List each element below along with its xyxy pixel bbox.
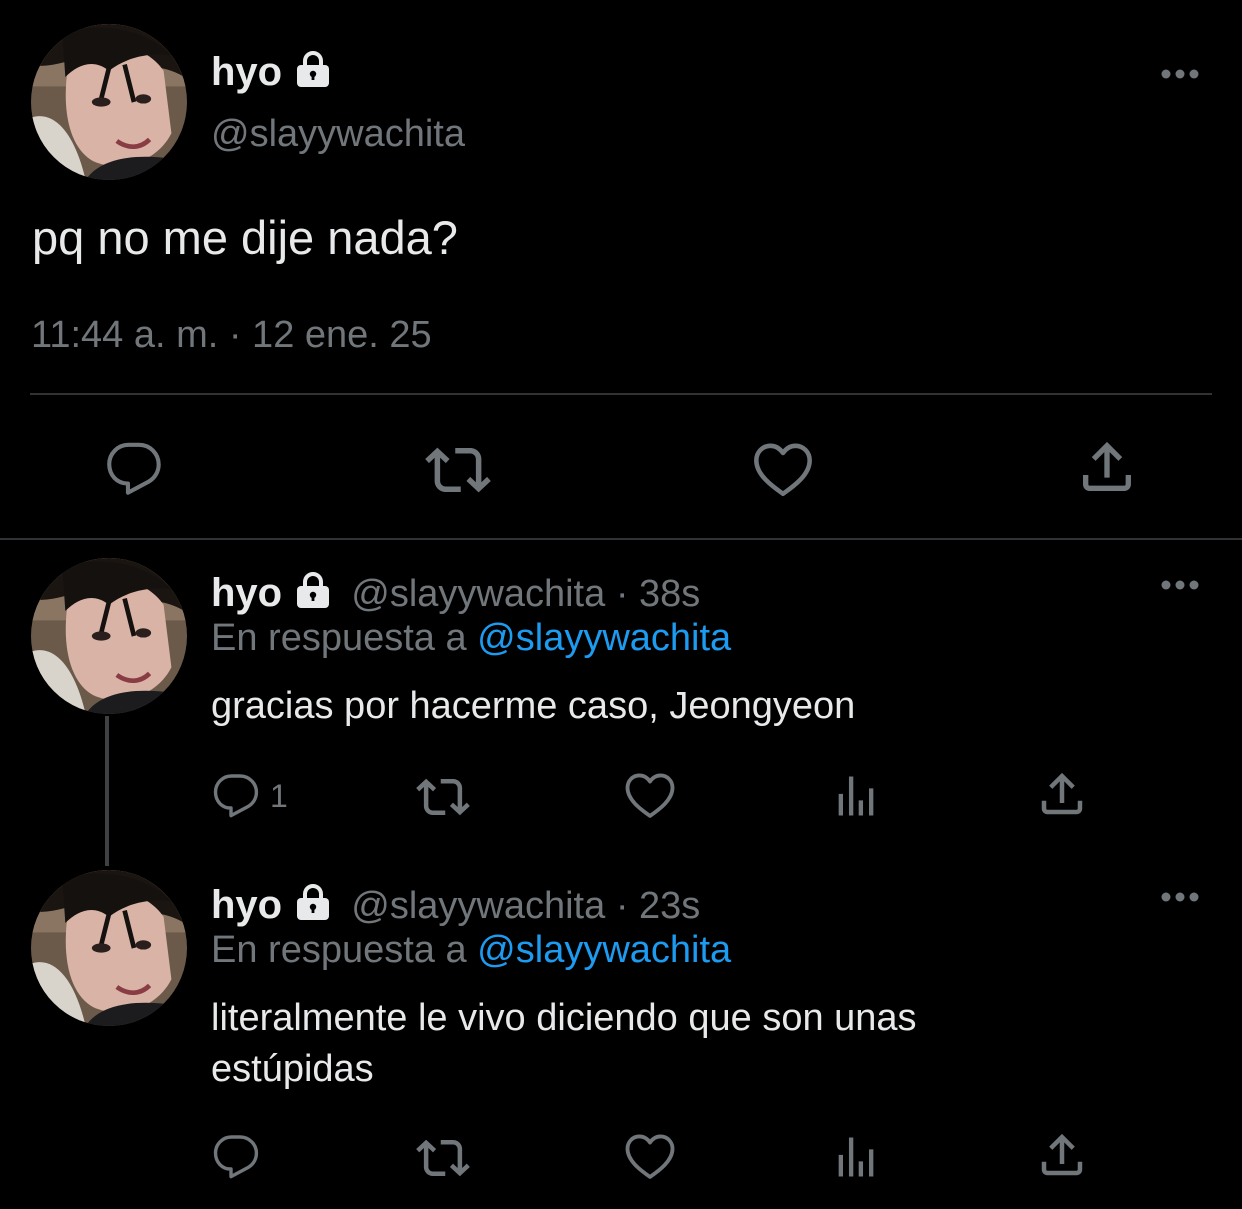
tweet-text-line: literalmente le vivo diciendo que son un… bbox=[211, 997, 917, 1039]
mention-link[interactable]: @slayywachita bbox=[477, 617, 731, 659]
views-button[interactable] bbox=[830, 1131, 882, 1183]
reply-count: 1 bbox=[270, 777, 288, 814]
tweet-time[interactable]: 38s bbox=[639, 573, 700, 615]
tweet-text: pq no me dije nada? bbox=[32, 211, 458, 264]
tweet-text-line: estúpidas bbox=[211, 1048, 374, 1090]
user-handle[interactable]: @slayywachita bbox=[351, 885, 605, 927]
separator: · bbox=[615, 573, 629, 615]
tweet-timestamp[interactable]: 11:44 a. m. · 12 ene. 25 bbox=[31, 314, 432, 357]
separator: · bbox=[615, 885, 629, 927]
share-icon bbox=[1035, 1128, 1089, 1182]
share-icon bbox=[1035, 767, 1089, 821]
mention-link[interactable]: @slayywachita bbox=[477, 929, 731, 971]
lock-icon bbox=[293, 49, 333, 89]
like-button[interactable] bbox=[751, 437, 815, 501]
divider bbox=[30, 393, 1212, 395]
tweet-header: hyo @slayywachita · 38s bbox=[211, 570, 700, 613]
reply-button[interactable] bbox=[105, 440, 163, 498]
like-button[interactable] bbox=[623, 768, 677, 822]
more-options-icon[interactable] bbox=[1160, 891, 1200, 903]
user-handle[interactable]: @slayywachita bbox=[351, 573, 605, 615]
retweet-button[interactable] bbox=[416, 770, 470, 824]
retweet-icon bbox=[416, 1131, 470, 1185]
reply-button[interactable]: 1 bbox=[212, 772, 288, 820]
share-button[interactable] bbox=[1075, 435, 1139, 499]
like-button[interactable] bbox=[623, 1129, 677, 1183]
tweet-text: gracias por hacerme caso, Jeongyeon bbox=[211, 685, 856, 727]
retweet-button[interactable] bbox=[425, 437, 491, 503]
section-divider bbox=[0, 538, 1242, 540]
lock-icon bbox=[293, 570, 333, 610]
retweet-button[interactable] bbox=[416, 1131, 470, 1185]
reply-icon bbox=[105, 440, 163, 498]
share-button[interactable] bbox=[1035, 767, 1089, 821]
avatar[interactable] bbox=[31, 24, 187, 180]
display-name[interactable]: hyo bbox=[211, 571, 282, 615]
retweet-icon bbox=[416, 770, 470, 824]
display-name[interactable]: hyo bbox=[211, 49, 333, 92]
reply-prefix: En respuesta a bbox=[211, 617, 467, 659]
tweet-text: literalmente le vivo diciendo que son un… bbox=[211, 993, 917, 1095]
lock-icon bbox=[293, 882, 333, 922]
like-icon bbox=[623, 1129, 677, 1183]
reply-context: En respuesta a @slayywachita bbox=[211, 931, 731, 969]
views-icon bbox=[830, 1131, 882, 1183]
more-options-icon[interactable] bbox=[1160, 579, 1200, 591]
like-icon bbox=[751, 437, 815, 501]
thread-line bbox=[105, 716, 109, 866]
reply-prefix: En respuesta a bbox=[211, 929, 467, 971]
reply-button[interactable] bbox=[212, 1133, 260, 1181]
reply-icon bbox=[212, 772, 260, 820]
user-handle[interactable]: @slayywachita bbox=[211, 113, 465, 156]
share-icon bbox=[1075, 435, 1139, 499]
tweet-header: hyo @slayywachita · 23s bbox=[211, 882, 700, 925]
retweet-icon bbox=[425, 437, 491, 503]
reply-icon bbox=[212, 1133, 260, 1181]
reply-context: En respuesta a @slayywachita bbox=[211, 619, 731, 657]
views-icon bbox=[830, 770, 882, 822]
share-button[interactable] bbox=[1035, 1128, 1089, 1182]
views-button[interactable] bbox=[830, 770, 882, 822]
avatar[interactable] bbox=[31, 558, 187, 714]
avatar[interactable] bbox=[31, 870, 187, 1026]
more-options-icon[interactable] bbox=[1160, 68, 1200, 80]
display-name-text[interactable]: hyo bbox=[211, 50, 282, 94]
like-icon bbox=[623, 768, 677, 822]
tweet-time[interactable]: 23s bbox=[639, 885, 700, 927]
display-name[interactable]: hyo bbox=[211, 883, 282, 927]
